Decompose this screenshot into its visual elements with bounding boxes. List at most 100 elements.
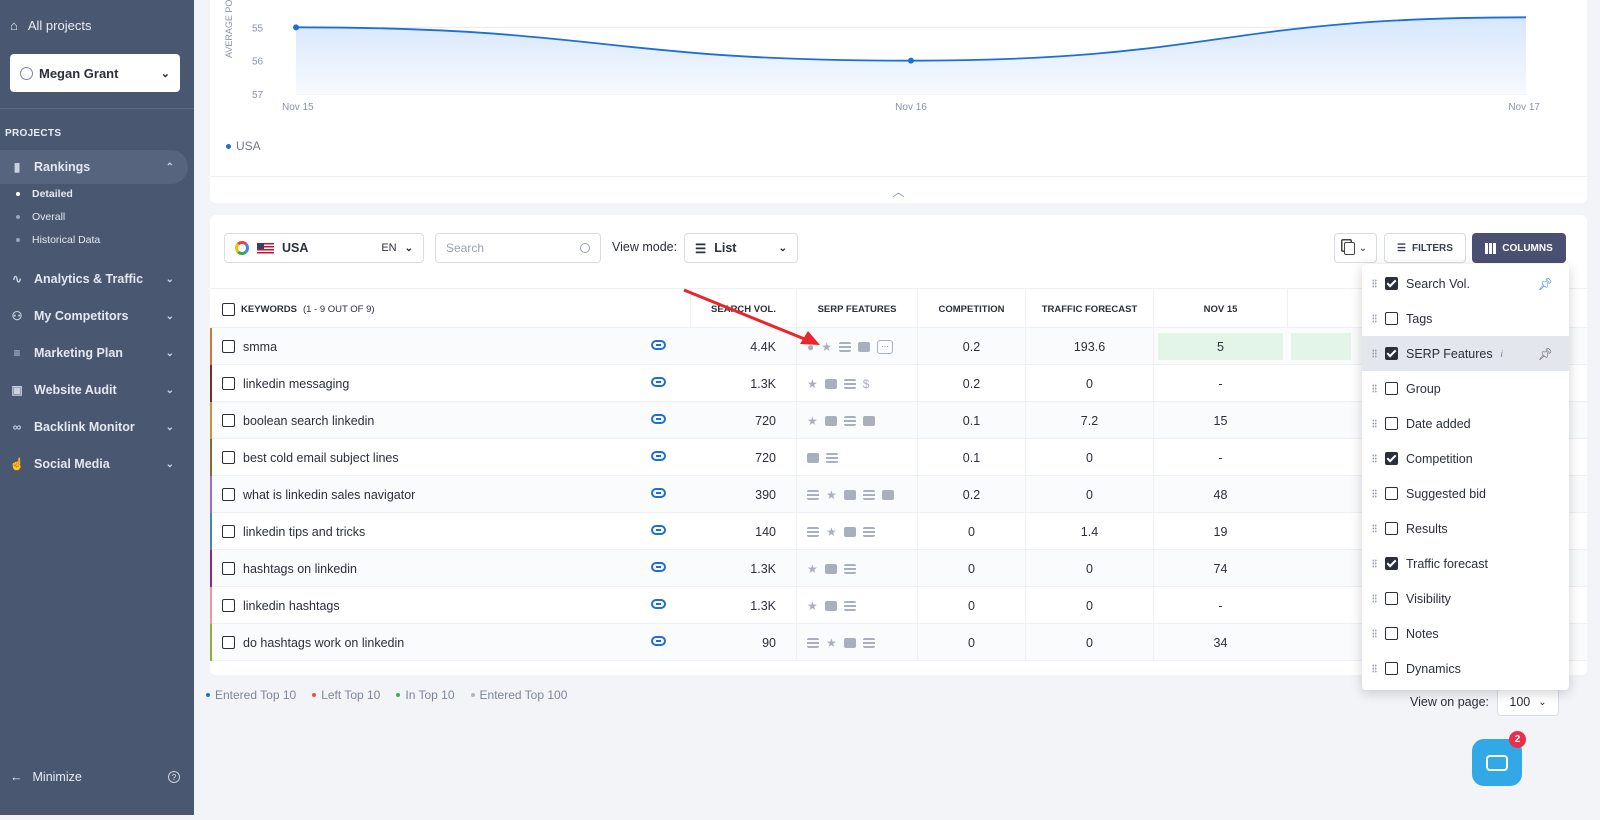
info-icon[interactable]: i [1501, 349, 1503, 359]
drag-handle-icon[interactable] [1372, 314, 1377, 323]
sidebar-item-social-media[interactable]: ☝ Social Media ⌄ [0, 447, 188, 481]
view-mode-select[interactable]: ☰ List ⌄ [684, 233, 798, 263]
minimize-button[interactable]: ← Minimize ? [10, 770, 180, 784]
search-vol-header[interactable]: SEARCH VOL. [690, 289, 796, 329]
row-checkbox[interactable] [222, 599, 235, 612]
column-option-group[interactable]: Group [1362, 371, 1569, 406]
filters-button[interactable]: ☰ FILTERS [1384, 233, 1466, 263]
link-icon[interactable] [651, 377, 666, 387]
drag-handle-icon[interactable] [1372, 524, 1377, 533]
sidebar-subitem-detailed[interactable]: Detailed [16, 188, 73, 200]
link-icon[interactable] [651, 636, 666, 646]
link-icon[interactable] [651, 451, 666, 461]
row-checkbox[interactable] [222, 525, 235, 538]
link-icon[interactable] [651, 599, 666, 609]
copy-button[interactable]: ⌄ [1334, 233, 1377, 263]
drag-handle-icon[interactable] [1372, 454, 1377, 463]
drag-handle-icon[interactable] [1372, 419, 1377, 428]
row-checkbox[interactable] [222, 451, 235, 464]
column-checkbox[interactable] [1385, 347, 1398, 360]
link-icon[interactable] [651, 525, 666, 535]
row-checkbox[interactable] [222, 636, 235, 649]
serp-features-header[interactable]: SERP FEATURES [796, 289, 917, 329]
more-icon[interactable]: ··· [877, 339, 894, 354]
drag-handle-icon[interactable] [1372, 489, 1377, 498]
sidebar-subitem-historical-data[interactable]: Historical Data [16, 234, 100, 246]
sidebar-item-my-competitors[interactable]: ⚇ My Competitors ⌄ [0, 299, 188, 333]
sidebar-item-marketing-plan[interactable]: ≡ Marketing Plan ⌄ [0, 336, 188, 370]
keyword-text[interactable]: boolean search linkedin [243, 414, 374, 428]
column-option-notes[interactable]: Notes [1362, 616, 1569, 651]
collapse-chart-button[interactable]: ︿ [210, 176, 1587, 203]
keyword-text[interactable]: do hashtags work on linkedin [243, 636, 404, 650]
column-option-visibility[interactable]: Visibility [1362, 581, 1569, 616]
keyword-text[interactable]: hashtags on linkedin [243, 562, 357, 576]
sidebar-item-website-audit[interactable]: ▣ Website Audit ⌄ [0, 373, 188, 407]
sidebar-subitem-overall[interactable]: Overall [16, 211, 65, 223]
row-checkbox[interactable] [222, 377, 235, 390]
column-checkbox[interactable] [1385, 662, 1398, 675]
keyword-text[interactable]: best cold email subject lines [243, 451, 399, 465]
column-option-results[interactable]: Results [1362, 511, 1569, 546]
column-checkbox[interactable] [1385, 312, 1398, 325]
column-option-competition[interactable]: Competition [1362, 441, 1569, 476]
column-option-traffic-forecast[interactable]: Traffic forecast [1362, 546, 1569, 581]
sidebar-item-backlink-monitor[interactable]: ∞ Backlink Monitor ⌄ [0, 410, 188, 444]
drag-handle-icon[interactable] [1372, 559, 1377, 568]
keyword-cell: linkedin tips and tricks [222, 513, 365, 550]
column-checkbox[interactable] [1385, 277, 1398, 290]
column-checkbox[interactable] [1385, 417, 1398, 430]
column-checkbox[interactable] [1385, 522, 1398, 535]
link-icon[interactable] [651, 488, 666, 498]
keyword-text[interactable]: linkedin tips and tricks [243, 525, 365, 539]
pin-icon[interactable]: 📌︎ [1538, 347, 1553, 361]
keyword-search-input[interactable]: Search [435, 233, 601, 263]
search-engine-selector[interactable]: USA EN ⌄ [224, 233, 424, 263]
drag-handle-icon[interactable] [1372, 279, 1377, 288]
nov15-header[interactable]: NOV 15 [1153, 289, 1287, 329]
column-option-serp-features[interactable]: SERP Features i 📌︎ [1362, 336, 1569, 371]
column-checkbox[interactable] [1385, 592, 1398, 605]
nov15-cell: 15 [1153, 402, 1287, 439]
help-icon[interactable]: ? [168, 771, 180, 783]
keyword-text[interactable]: what is linkedin sales navigator [243, 488, 415, 502]
pin-icon[interactable]: 📌︎ [1538, 277, 1553, 291]
keyword-text[interactable]: linkedin hashtags [243, 599, 340, 613]
column-option-dynamics[interactable]: Dynamics [1362, 651, 1569, 686]
keyword-text[interactable]: linkedin messaging [243, 377, 349, 391]
traffic-forecast-header[interactable]: TRAFFIC FORECAST [1025, 289, 1153, 329]
link-icon[interactable] [651, 562, 666, 572]
row-checkbox[interactable] [222, 414, 235, 427]
project-selector[interactable]: Megan Grant ⌄ [10, 54, 180, 92]
column-checkbox[interactable] [1385, 452, 1398, 465]
column-option-date-added[interactable]: Date added [1362, 406, 1569, 441]
drag-handle-icon[interactable] [1372, 349, 1377, 358]
drag-handle-icon[interactable] [1372, 384, 1377, 393]
column-option-tags[interactable]: Tags [1362, 301, 1569, 336]
chart-legend[interactable]: USA [226, 139, 261, 153]
column-checkbox[interactable] [1385, 627, 1398, 640]
keywords-header[interactable]: KEYWORDS (1 - 9 OUT OF 9) [210, 289, 700, 329]
column-checkbox[interactable] [1385, 557, 1398, 570]
sidebar-item-rankings[interactable]: ▮ Rankings ⌃ [0, 150, 188, 184]
drag-handle-icon[interactable] [1372, 594, 1377, 603]
sidebar-item-analytics-traffic[interactable]: ∿ Analytics & Traffic ⌄ [0, 262, 188, 296]
row-checkbox[interactable] [222, 340, 235, 353]
column-option-search-vol[interactable]: Search Vol. 📌︎ [1362, 266, 1569, 301]
column-option-suggested-bid[interactable]: Suggested bid [1362, 476, 1569, 511]
drag-handle-icon[interactable] [1372, 664, 1377, 673]
select-all-checkbox[interactable] [222, 302, 235, 316]
keyword-text[interactable]: smma [243, 340, 277, 354]
chat-button[interactable]: 2 [1472, 731, 1526, 786]
competition-header[interactable]: COMPETITION [917, 289, 1025, 329]
link-icon[interactable] [651, 340, 666, 350]
column-checkbox[interactable] [1385, 487, 1398, 500]
link-icon[interactable] [651, 414, 666, 424]
column-checkbox[interactable] [1385, 382, 1398, 395]
row-checkbox[interactable] [222, 488, 235, 501]
all-projects-link[interactable]: ⌂ All projects [10, 18, 91, 33]
drag-handle-icon[interactable] [1372, 629, 1377, 638]
page-size-select[interactable]: 100 ⌄ [1497, 688, 1559, 716]
row-checkbox[interactable] [222, 562, 235, 575]
columns-button[interactable]: COLUMNS [1472, 233, 1566, 263]
